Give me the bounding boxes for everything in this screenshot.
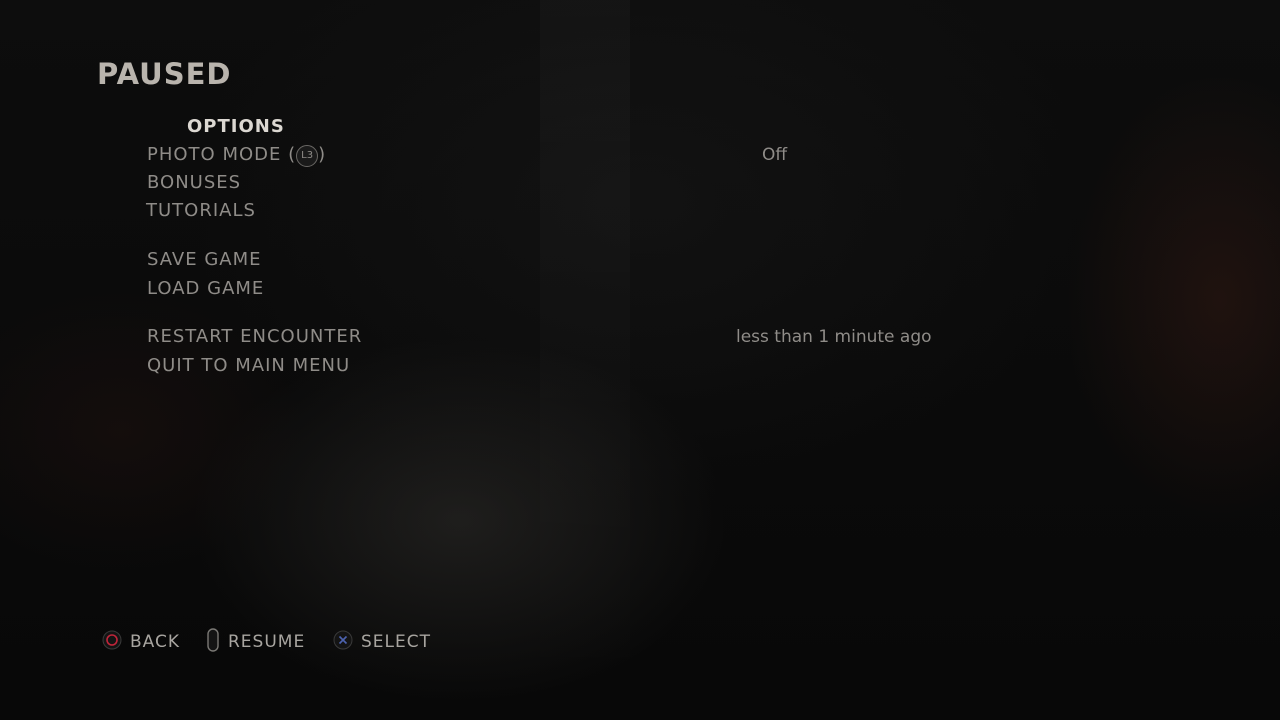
menu-item-load-game[interactable]: LOAD GAME: [147, 278, 264, 299]
l3-button-icon: L3: [296, 145, 319, 167]
menu-item-tutorials[interactable]: TUTORIALS: [146, 200, 256, 221]
page-title: PAUSED: [97, 57, 232, 91]
menu-item-quit-to-main-menu[interactable]: QUIT TO MAIN MENU: [147, 355, 350, 376]
photo-mode-value: Off: [762, 145, 788, 165]
photo-mode-suffix: ): [318, 144, 327, 165]
menu-item-bonuses[interactable]: BONUSES: [147, 172, 241, 193]
circle-button-icon: [102, 630, 122, 654]
back-hint[interactable]: BACK: [102, 630, 180, 654]
menu-item-restart-encounter[interactable]: RESTART ENCOUNTER: [147, 326, 362, 347]
photo-mode-label: PHOTO MODE (: [147, 144, 297, 165]
restart-encounter-value: less than 1 minute ago: [736, 327, 932, 347]
menu-item-save-game[interactable]: SAVE GAME: [147, 249, 262, 270]
background-pillar: [600, 0, 630, 720]
cross-button-icon: [333, 630, 353, 654]
back-label: BACK: [130, 632, 181, 652]
background-pillar: [540, 0, 600, 720]
menu-item-options[interactable]: OPTIONS: [187, 116, 285, 137]
resume-hint[interactable]: RESUME: [206, 628, 306, 656]
pause-screen: PAUSED OPTIONS PHOTO MODE (L3) Off BONUS…: [0, 0, 1280, 720]
options-button-icon: [206, 628, 220, 656]
select-label: SELECT: [361, 632, 431, 652]
menu-item-photo-mode[interactable]: PHOTO MODE (L3): [147, 144, 326, 167]
select-hint[interactable]: SELECT: [333, 630, 431, 654]
resume-label: RESUME: [228, 632, 306, 652]
